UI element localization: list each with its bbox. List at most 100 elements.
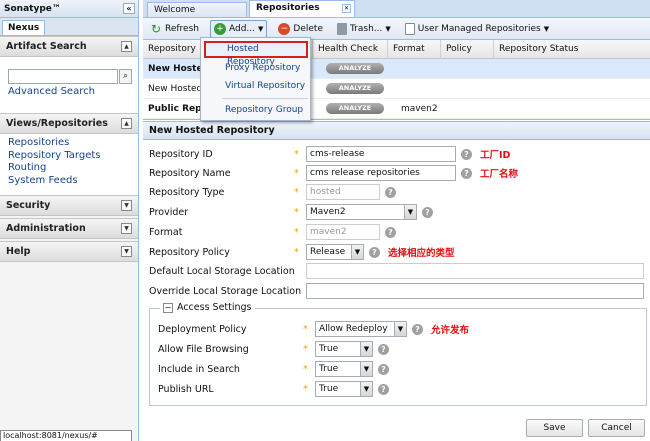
publish-url-select[interactable]: True ▼ xyxy=(315,381,373,397)
override-storage-input[interactable] xyxy=(306,283,644,299)
tab-nexus[interactable]: Nexus xyxy=(2,20,46,35)
access-settings-legend[interactable]: − Access Settings xyxy=(160,302,255,313)
help-icon[interactable]: ? xyxy=(378,363,389,375)
administration-title: Administration xyxy=(6,223,86,234)
delete-label: Delete xyxy=(293,23,323,34)
help-icon[interactable]: ? xyxy=(378,383,389,395)
column-format[interactable]: Format xyxy=(388,39,441,59)
deployment-policy-label: Deployment Policy xyxy=(158,323,247,335)
search-icon[interactable]: ⌕ xyxy=(119,69,132,84)
nav-routing-link[interactable]: Routing xyxy=(8,162,132,175)
tab-welcome[interactable]: Welcome xyxy=(147,2,247,17)
repository-type-row: Repository Type * hosted ? xyxy=(149,183,396,201)
menu-item-hosted-repository[interactable]: Hosted Repository xyxy=(204,41,308,67)
column-repository-status[interactable]: Repository Status xyxy=(494,40,644,59)
nav-repositories-link[interactable]: Repositories xyxy=(8,137,132,150)
save-button[interactable]: Save xyxy=(526,419,583,437)
status-url: localhost:8081/nexus/# xyxy=(0,430,132,441)
administration-header[interactable]: Administration ▼ xyxy=(0,219,138,239)
advanced-search-link[interactable]: Advanced Search xyxy=(8,86,132,99)
repository-policy-row: Repository Policy * Release ▼ ? 选择相应的类型 xyxy=(149,243,455,261)
brand-title: Sonatype™ xyxy=(4,3,61,14)
help-icon[interactable]: ? xyxy=(369,246,380,258)
refresh-label: Refresh xyxy=(165,23,199,34)
security-section: Security ▼ xyxy=(0,195,138,216)
help-icon[interactable]: ? xyxy=(378,343,389,355)
delete-button[interactable]: − Delete xyxy=(275,20,326,38)
repository-policy-select[interactable]: Release ▼ xyxy=(306,244,364,260)
refresh-icon: ↻ xyxy=(150,21,162,36)
menu-item-proxy-repository[interactable]: Proxy Repository xyxy=(204,60,308,77)
analyze-button[interactable]: ANALYZE xyxy=(326,103,384,114)
artifact-search-header[interactable]: Artifact Search ▲ xyxy=(0,37,138,57)
security-header[interactable]: Security ▼ xyxy=(0,196,138,216)
artifact-search-title: Artifact Search xyxy=(6,41,87,52)
chevron-down-icon: ▼ xyxy=(360,362,372,376)
artifact-search-input[interactable] xyxy=(8,69,118,84)
tab-repositories[interactable]: Repositories ✕ xyxy=(249,0,355,17)
repository-name-label: Repository Name xyxy=(149,167,231,179)
allow-file-browsing-value: True xyxy=(319,344,339,354)
help-icon[interactable]: ? xyxy=(385,226,396,238)
annotation-text: 允许发布 xyxy=(431,325,470,336)
allow-file-browsing-select[interactable]: True ▼ xyxy=(315,341,373,357)
annotation-text: 选择相应的类型 xyxy=(388,248,455,259)
chevron-down-icon: ▼ xyxy=(404,205,416,219)
collapse-up-icon[interactable]: ▲ xyxy=(121,118,132,129)
default-storage-field xyxy=(306,263,644,279)
repository-id-input[interactable]: cms-release xyxy=(306,146,456,162)
close-icon[interactable]: ✕ xyxy=(342,4,351,13)
collapse-up-icon[interactable]: ▲ xyxy=(121,41,132,52)
repository-id-row: Repository ID * cms-release ? 工厂ID xyxy=(149,145,510,163)
help-icon[interactable]: ? xyxy=(461,148,472,160)
column-health-check[interactable]: Health Check xyxy=(313,39,388,59)
format-field: maven2 xyxy=(306,224,380,240)
menu-separator xyxy=(222,98,308,99)
collapse-minus-icon[interactable]: − xyxy=(163,302,173,313)
expand-down-icon[interactable]: ▼ xyxy=(121,223,132,234)
allow-file-browsing-row: Allow File Browsing * True ▼ ? xyxy=(158,340,389,358)
required-asterisk: * xyxy=(294,246,299,258)
collapse-panel-icon[interactable]: « xyxy=(123,3,135,14)
deployment-policy-row: Deployment Policy * Allow Redeploy ▼ ? 允… xyxy=(158,320,469,338)
tab-repositories-label: Repositories xyxy=(256,3,320,13)
analyze-button[interactable]: ANALYZE xyxy=(326,83,384,94)
chevron-down-icon: ▼ xyxy=(351,245,363,259)
form-title: New Hosted Repository xyxy=(143,121,650,140)
administration-section: Administration ▼ xyxy=(0,218,138,239)
trash-button[interactable]: Trash... ▼ xyxy=(334,20,394,38)
required-asterisk: * xyxy=(294,226,299,238)
menu-item-virtual-repository[interactable]: Virtual Repository xyxy=(204,78,308,95)
provider-row: Provider * Maven2 ▼ ? xyxy=(149,203,433,221)
main-tabbar: Welcome Repositories ✕ xyxy=(143,0,650,18)
provider-select[interactable]: Maven2 ▼ xyxy=(306,204,417,220)
menu-item-repository-group[interactable]: Repository Group xyxy=(204,102,308,119)
add-button[interactable]: + Add... ▼ xyxy=(210,19,268,38)
help-icon[interactable]: ? xyxy=(461,167,472,179)
repository-name-input[interactable]: cms release repositories xyxy=(306,165,456,181)
nav-system-feeds-link[interactable]: System Feeds xyxy=(8,175,132,188)
nav-repository-targets-link[interactable]: Repository Targets xyxy=(8,150,132,163)
include-in-search-select[interactable]: True ▼ xyxy=(315,361,373,377)
views-repositories-header[interactable]: Views/Repositories ▲ xyxy=(0,114,138,134)
repository-id-label: Repository ID xyxy=(149,148,213,160)
help-icon[interactable]: ? xyxy=(412,323,423,335)
cancel-button[interactable]: Cancel xyxy=(588,419,645,437)
help-title: Help xyxy=(6,246,31,257)
column-policy[interactable]: Policy xyxy=(441,39,494,59)
chevron-down-icon: ▼ xyxy=(360,382,372,396)
required-asterisk: * xyxy=(294,186,299,198)
help-icon[interactable]: ? xyxy=(385,186,396,198)
help-header[interactable]: Help ▼ xyxy=(0,242,138,262)
deployment-policy-select[interactable]: Allow Redeploy ▼ xyxy=(315,321,407,337)
security-title: Security xyxy=(6,200,51,211)
add-dropdown-menu: Hosted Repository Proxy Repository Virtu… xyxy=(200,37,311,121)
help-icon[interactable]: ? xyxy=(422,206,433,218)
expand-down-icon[interactable]: ▼ xyxy=(121,246,132,257)
include-in-search-row: Include in Search * True ▼ ? xyxy=(158,360,389,378)
refresh-button[interactable]: ↻ Refresh xyxy=(147,20,202,38)
expand-down-icon[interactable]: ▼ xyxy=(121,200,132,211)
trash-icon xyxy=(336,22,347,35)
user-managed-repositories-button[interactable]: User Managed Repositories ▼ xyxy=(402,20,552,38)
analyze-button[interactable]: ANALYZE xyxy=(326,63,384,74)
